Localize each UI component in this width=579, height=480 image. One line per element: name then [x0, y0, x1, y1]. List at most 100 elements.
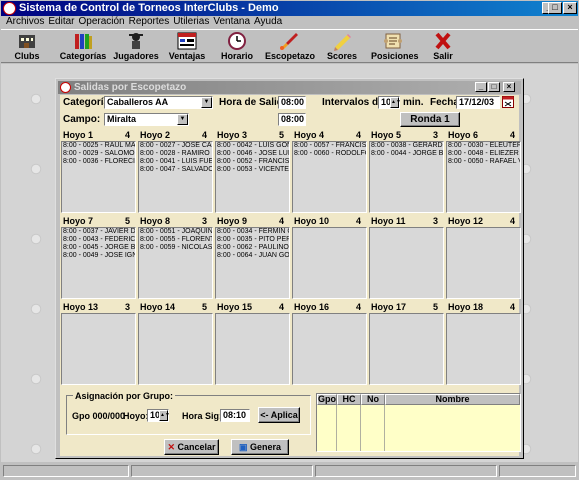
list-item[interactable]: 8:00 - 0052 - FRANCISCO — [217, 158, 289, 166]
list-item[interactable]: 8:00 - 0057 - FRANCISCO — [294, 142, 366, 150]
list-item[interactable]: 8:00 - 0055 - FLORENTIN — [140, 236, 212, 244]
chevron-down-icon[interactable]: ▼ — [201, 97, 212, 108]
toolbar-clubs-button[interactable]: Clubs — [9, 31, 45, 61]
list-item[interactable]: 8:00 - 0038 - GERARDO — [371, 142, 443, 150]
menu-item-archivos[interactable]: Archivos — [1, 16, 46, 27]
hora-sig-field[interactable]: 08:10 — [220, 409, 250, 422]
column-header-nombre[interactable]: Nombre — [385, 394, 520, 405]
list-item[interactable]: 8:00 - 0025 - RAUL MALDO — [63, 142, 135, 150]
hoyo-name: Hoyo 5 — [371, 130, 402, 140]
list-item[interactable]: 8:00 - 0053 - VICENTE GU — [217, 166, 289, 174]
list-item[interactable]: 8:00 - 0044 - JORGE BER — [371, 150, 443, 158]
spinner-arrows-icon[interactable]: ▲▼ — [390, 97, 401, 108]
list-item[interactable]: 8:00 - 0030 - ELEUTERIO — [448, 142, 520, 150]
hoyo-player-list[interactable]: 8:00 - 0034 - FERMIN GU 8:00 - 0035 - PIT… — [215, 227, 290, 299]
spinner-arrows-icon[interactable]: ▲▼ — [159, 410, 170, 421]
hoyo-player-list[interactable]: 8:00 - 0042 - LUIS GONZA8:00 - 0046 - JO… — [215, 141, 290, 213]
toolbar-categorias-button[interactable]: Categorías — [59, 31, 107, 61]
calendar-icon[interactable] — [502, 96, 514, 108]
dialog-minimize-button[interactable]: _ — [475, 82, 487, 92]
dialog-maximize-button[interactable]: □ — [488, 82, 500, 92]
hoyo-name: Hoyo 9 — [217, 216, 248, 226]
hoyo-player-list[interactable] — [292, 227, 367, 299]
maximize-button[interactable]: □ — [548, 2, 562, 14]
hoyo-player-list[interactable] — [446, 313, 521, 385]
column-header-no[interactable]: No — [361, 394, 385, 405]
menu-item-editar[interactable]: Editar — [46, 16, 76, 27]
hoyo-count: 4 — [355, 302, 361, 312]
hoyo-player-list[interactable]: 8:00 - 0037 - JAVIER D 8:00 - 0043 - FEDE… — [61, 227, 136, 299]
hoyo-header: Hoyo 6 4 — [446, 129, 521, 141]
list-item[interactable]: 8:00 - 0050 - RAFAEL VA — [448, 158, 520, 166]
hoyo-player-list[interactable]: 8:00 - 0030 - ELEUTERIO8:00 - 0048 - ELI… — [446, 141, 521, 213]
hoyo-player-list[interactable] — [446, 227, 521, 299]
aplica-button[interactable]: <- Aplica — [258, 407, 300, 423]
fecha-field[interactable]: 17/12/03 — [456, 96, 500, 109]
menu-item-ayuda[interactable]: Ayuda — [252, 16, 284, 27]
hoyo-count: 4 — [278, 302, 284, 312]
hora-salida-field[interactable]: 08:00 — [278, 96, 306, 109]
hoyo-player-list[interactable] — [369, 313, 444, 385]
campo-value: Miralta — [107, 114, 137, 124]
hoyo-player-list[interactable]: 8:00 - 0038 - GERARDO 8:00 - 0044 - JORGE… — [369, 141, 444, 213]
toolbar-horario-button[interactable]: Horario — [219, 31, 255, 61]
list-item[interactable]: 8:00 - 0035 - PITO PERE — [217, 236, 289, 244]
toolbar-jugadores-button[interactable]: Jugadores — [113, 31, 159, 61]
menu-item-utilerias[interactable]: Utilerias — [171, 16, 211, 27]
hoyo-player-list[interactable] — [138, 313, 213, 385]
list-item[interactable]: 8:00 - 0060 - RODOLFO — [294, 150, 366, 158]
hoyo-player-list[interactable]: 8:00 - 0027 - JOSE CARLO8:00 - 0028 - RA… — [138, 141, 213, 213]
intervalos-spinner[interactable]: 10 ▲▼ — [378, 96, 401, 109]
grupo-table[interactable]: Gpo HC No Nombre — [316, 393, 521, 452]
list-item[interactable]: 8:00 - 0064 - JUAN GON — [217, 252, 289, 260]
toolbar-salir-label: Salir — [433, 51, 453, 61]
toolbar-scores-button[interactable]: Scores — [323, 31, 361, 61]
list-item[interactable]: 8:00 - 0047 - SALVADOR — [140, 166, 212, 174]
hoyo-player-list[interactable] — [61, 313, 136, 385]
dialog-close-button[interactable]: × — [503, 82, 515, 92]
categoria-select[interactable]: Caballeros AA ▼ — [104, 96, 213, 109]
campo-select[interactable]: Miralta ▼ — [104, 113, 189, 126]
list-item[interactable]: 8:00 - 0036 - FLORECIO — [63, 158, 135, 166]
list-item[interactable]: 8:00 - 0062 - PAULINO C — [217, 244, 289, 252]
cancelar-button[interactable]: ✕ Cancelar — [164, 439, 219, 455]
list-item[interactable]: 8:00 - 0037 - JAVIER D — [63, 228, 135, 236]
genera-button[interactable]: ▣ Genera — [231, 439, 289, 455]
hoyo-player-list[interactable]: 8:00 - 0025 - RAUL MALDO8:00 - 0029 - SA… — [61, 141, 136, 213]
list-item[interactable]: 8:00 - 0034 - FERMIN GU — [217, 228, 289, 236]
menu-item-operación[interactable]: Operación — [76, 16, 126, 27]
list-item[interactable]: 8:00 - 0043 - FEDERICO — [63, 236, 135, 244]
close-button[interactable]: × — [563, 2, 577, 14]
list-item[interactable]: 8:00 - 0046 - JOSE LUIS — [217, 150, 289, 158]
hoyo-header: Hoyo 18 4 — [446, 301, 521, 313]
list-item[interactable]: 8:00 - 0041 - LUIS FUENTE — [140, 158, 212, 166]
categories-icon — [75, 34, 92, 49]
list-item[interactable]: 8:00 - 0059 - NICOLAS T — [140, 244, 212, 252]
hora-salida-field-2[interactable]: 08:00 — [278, 113, 306, 126]
toolbar-salir-button[interactable]: Salir — [425, 31, 461, 61]
list-item[interactable]: 8:00 - 0045 - JORGE BA — [63, 244, 135, 252]
list-item[interactable]: 8:00 - 0027 - JOSE CARLO — [140, 142, 212, 150]
list-item[interactable]: 8:00 - 0029 - SALOMON — [63, 150, 135, 158]
column-header-hc[interactable]: HC — [337, 394, 361, 405]
list-item[interactable]: 8:00 - 0049 - JOSE IGNA — [63, 252, 135, 260]
ronda-button[interactable]: Ronda 1 — [400, 112, 460, 127]
list-item[interactable]: 8:00 - 0048 - ELIEZER GU — [448, 150, 520, 158]
toolbar-escopetazo-button[interactable]: Escopetazo — [265, 31, 315, 61]
toolbar-posiciones-button[interactable]: Posiciones — [371, 31, 419, 61]
chevron-down-icon[interactable]: ▼ — [177, 114, 188, 125]
menu-item-ventana[interactable]: Ventana — [211, 16, 252, 27]
hoyo-player-list[interactable] — [215, 313, 290, 385]
hoyo-player-list[interactable]: 8:00 - 0051 - JOAQUIN F 8:00 - 0055 - FLO… — [138, 227, 213, 299]
hoyo-player-list[interactable] — [292, 313, 367, 385]
column-header-gpo[interactable]: Gpo — [317, 394, 337, 405]
hoyo-player-list[interactable] — [369, 227, 444, 299]
list-item[interactable]: 8:00 - 0051 - JOAQUIN F — [140, 228, 212, 236]
list-item[interactable]: 8:00 - 0042 - LUIS GONZA — [217, 142, 289, 150]
list-item[interactable]: 8:00 - 0028 - RAMIRO GU — [140, 150, 212, 158]
hoyo-count: 3 — [124, 302, 130, 312]
toolbar-ventajas-button[interactable]: Ventajas — [167, 31, 207, 61]
menu-item-reportes[interactable]: Reportes — [127, 16, 172, 27]
hoyo-player-list[interactable]: 8:00 - 0057 - FRANCISCO8:00 - 0060 - ROD… — [292, 141, 367, 213]
hoyo-spinner[interactable]: 10 ▲▼ — [147, 409, 170, 422]
